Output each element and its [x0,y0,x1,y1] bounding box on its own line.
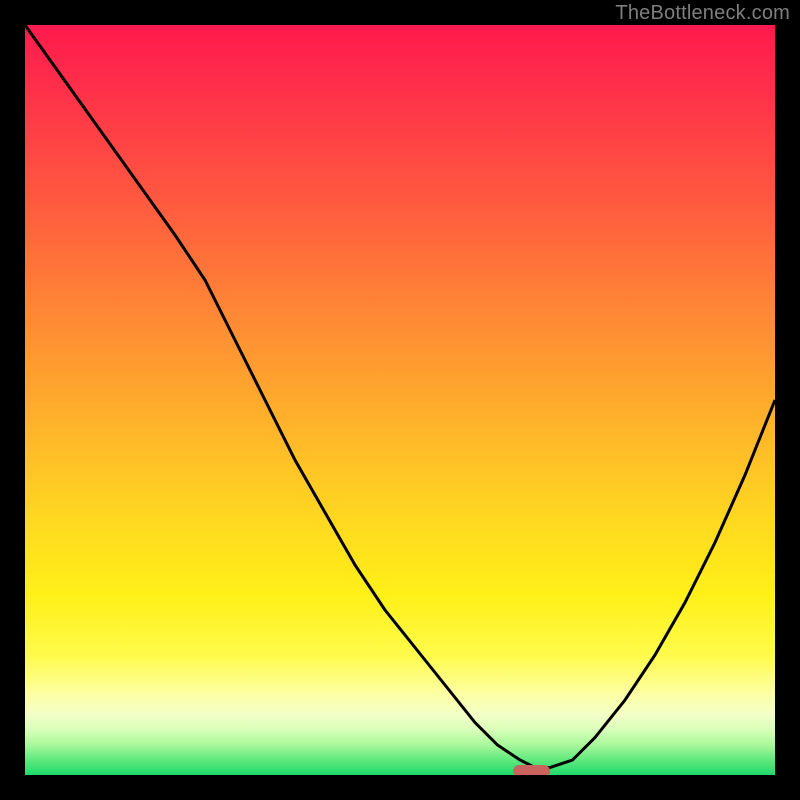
chart-frame: TheBottleneck.com [0,0,800,800]
plot-area [25,25,775,775]
bottleneck-curve [25,25,775,768]
curve-svg [25,25,775,775]
watermark-text: TheBottleneck.com [615,2,790,25]
optimal-zone-marker [513,765,551,775]
